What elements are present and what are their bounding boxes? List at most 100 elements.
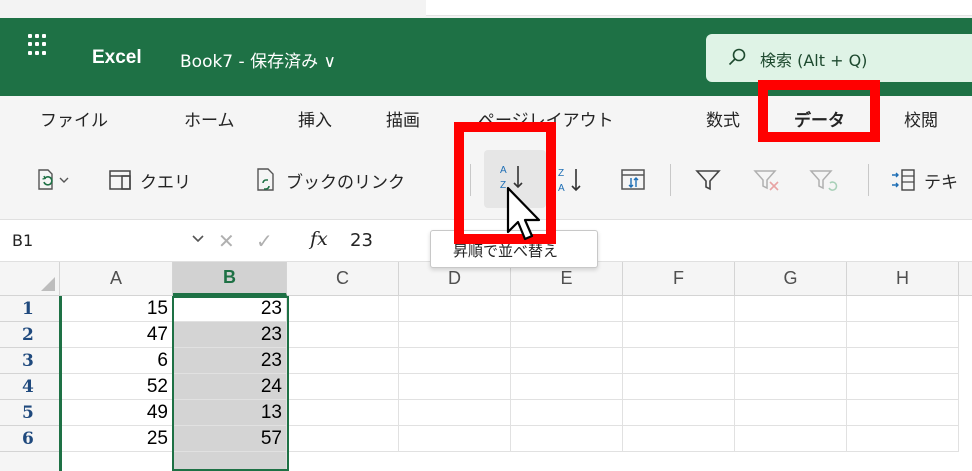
cell-b6[interactable]: 57 [173, 426, 287, 452]
cell-b7[interactable] [173, 452, 287, 471]
reapply-filter-button[interactable] [808, 158, 840, 202]
row-header[interactable]: 5 [0, 400, 60, 426]
empty-cell[interactable] [847, 348, 959, 374]
tab-file[interactable]: ファイル [40, 106, 108, 131]
empty-cell[interactable] [735, 400, 847, 426]
row-header[interactable]: 4 [0, 374, 60, 400]
empty-cell[interactable] [399, 374, 511, 400]
filter-button[interactable] [694, 158, 722, 202]
empty-cell[interactable] [623, 322, 735, 348]
refresh-all-icon [38, 169, 69, 190]
cell-a7[interactable] [60, 452, 173, 471]
enter-icon[interactable]: ✓ [256, 229, 273, 253]
cell-b4[interactable]: 24 [173, 374, 287, 400]
empty-cell[interactable] [847, 296, 959, 322]
column-header[interactable]: A [60, 262, 173, 296]
empty-cell[interactable] [735, 426, 847, 452]
cancel-icon[interactable]: ✕ [218, 229, 235, 253]
formula-input[interactable]: 23 [350, 230, 373, 251]
empty-cell[interactable] [735, 322, 847, 348]
empty-cell[interactable] [399, 348, 511, 374]
ribbon-tabs: ファイル ホーム 挿入 描画 ページレイアウト 数式 データ 校閲 [0, 96, 972, 142]
cell-b2[interactable]: 23 [173, 322, 287, 348]
tab-formulas[interactable]: 数式 [706, 106, 740, 131]
empty-cell[interactable] [511, 400, 623, 426]
empty-cell[interactable] [287, 348, 399, 374]
empty-cell[interactable] [511, 348, 623, 374]
cell-b1[interactable]: 23 [173, 296, 287, 322]
empty-cell[interactable] [735, 374, 847, 400]
queries-button[interactable]: クエリ [108, 158, 191, 202]
empty-cell[interactable] [623, 400, 735, 426]
row-header[interactable]: 3 [0, 348, 60, 374]
empty-cell[interactable] [287, 296, 399, 322]
chevron-down-icon[interactable] [192, 234, 204, 244]
empty-cell[interactable] [287, 374, 399, 400]
workbook-links-button[interactable]: ブックのリンク [254, 158, 405, 202]
empty-cell[interactable] [847, 322, 959, 348]
column-header[interactable] [959, 262, 972, 296]
filter-icon [695, 170, 721, 191]
text-to-columns-button[interactable]: テキ [890, 158, 958, 202]
empty-cell[interactable] [623, 374, 735, 400]
cell-a2[interactable]: 47 [60, 322, 173, 348]
empty-cell[interactable] [287, 400, 399, 426]
column-header[interactable]: B [173, 262, 287, 296]
empty-cell[interactable] [511, 296, 623, 322]
tab-insert[interactable]: 挿入 [298, 106, 332, 131]
text-to-columns-label: テキ [924, 172, 958, 193]
empty-cell[interactable] [287, 426, 399, 452]
empty-cell[interactable] [399, 322, 511, 348]
tab-draw[interactable]: 描画 [386, 106, 420, 131]
app-name[interactable]: Excel [92, 47, 142, 69]
row-header[interactable]: 6 [0, 426, 60, 452]
row-header[interactable] [0, 452, 60, 471]
tab-page-layout[interactable]: ページレイアウト [478, 106, 614, 131]
empty-cell[interactable] [399, 296, 511, 322]
tab-data[interactable]: データ [794, 106, 845, 139]
text-to-columns-icon [892, 169, 915, 191]
custom-sort-button[interactable] [618, 158, 648, 202]
empty-cell[interactable] [847, 426, 959, 452]
cell-a5[interactable]: 49 [60, 400, 173, 426]
empty-cell[interactable] [623, 426, 735, 452]
column-header[interactable]: H [847, 262, 959, 296]
insert-function-button[interactable]: fx [310, 228, 328, 250]
cell-a4[interactable]: 52 [60, 374, 173, 400]
empty-cell[interactable] [511, 322, 623, 348]
document-title[interactable]: Book7 - 保存済み ∨ [180, 47, 336, 72]
column-header[interactable]: G [735, 262, 847, 296]
search-box[interactable]: 検索 (Alt + Q) [706, 34, 972, 82]
cell-a1[interactable]: 15 [60, 296, 173, 322]
empty-cell[interactable] [511, 374, 623, 400]
cell-b5[interactable]: 13 [173, 400, 287, 426]
empty-cell[interactable] [847, 374, 959, 400]
empty-cell[interactable] [511, 426, 623, 452]
tab-home[interactable]: ホーム [184, 106, 235, 131]
empty-cell[interactable] [735, 348, 847, 374]
empty-cell[interactable] [623, 348, 735, 374]
column-header[interactable]: C [287, 262, 399, 296]
empty-cell[interactable] [735, 296, 847, 322]
queries-label: クエリ [140, 172, 191, 193]
queries-icon [109, 170, 131, 190]
tab-review[interactable]: 校閲 [904, 106, 938, 131]
cell-a3[interactable]: 6 [60, 348, 173, 374]
svg-text:A: A [558, 183, 565, 194]
row-header[interactable]: 1 [0, 296, 60, 322]
cell-b3[interactable]: 23 [173, 348, 287, 374]
waffle-icon[interactable] [28, 34, 50, 56]
empty-cell[interactable] [287, 322, 399, 348]
sort-descending-button[interactable]: ZA [556, 158, 586, 202]
select-all-button[interactable] [0, 262, 60, 296]
refresh-all-button[interactable] [36, 158, 74, 202]
row-header[interactable]: 2 [0, 322, 60, 348]
column-header[interactable]: F [623, 262, 735, 296]
empty-cell[interactable] [399, 426, 511, 452]
name-box[interactable]: B1 [12, 231, 33, 250]
clear-filter-button[interactable] [752, 158, 784, 202]
empty-cell[interactable] [847, 400, 959, 426]
cell-a6[interactable]: 25 [60, 426, 173, 452]
empty-cell[interactable] [623, 296, 735, 322]
empty-cell[interactable] [399, 400, 511, 426]
